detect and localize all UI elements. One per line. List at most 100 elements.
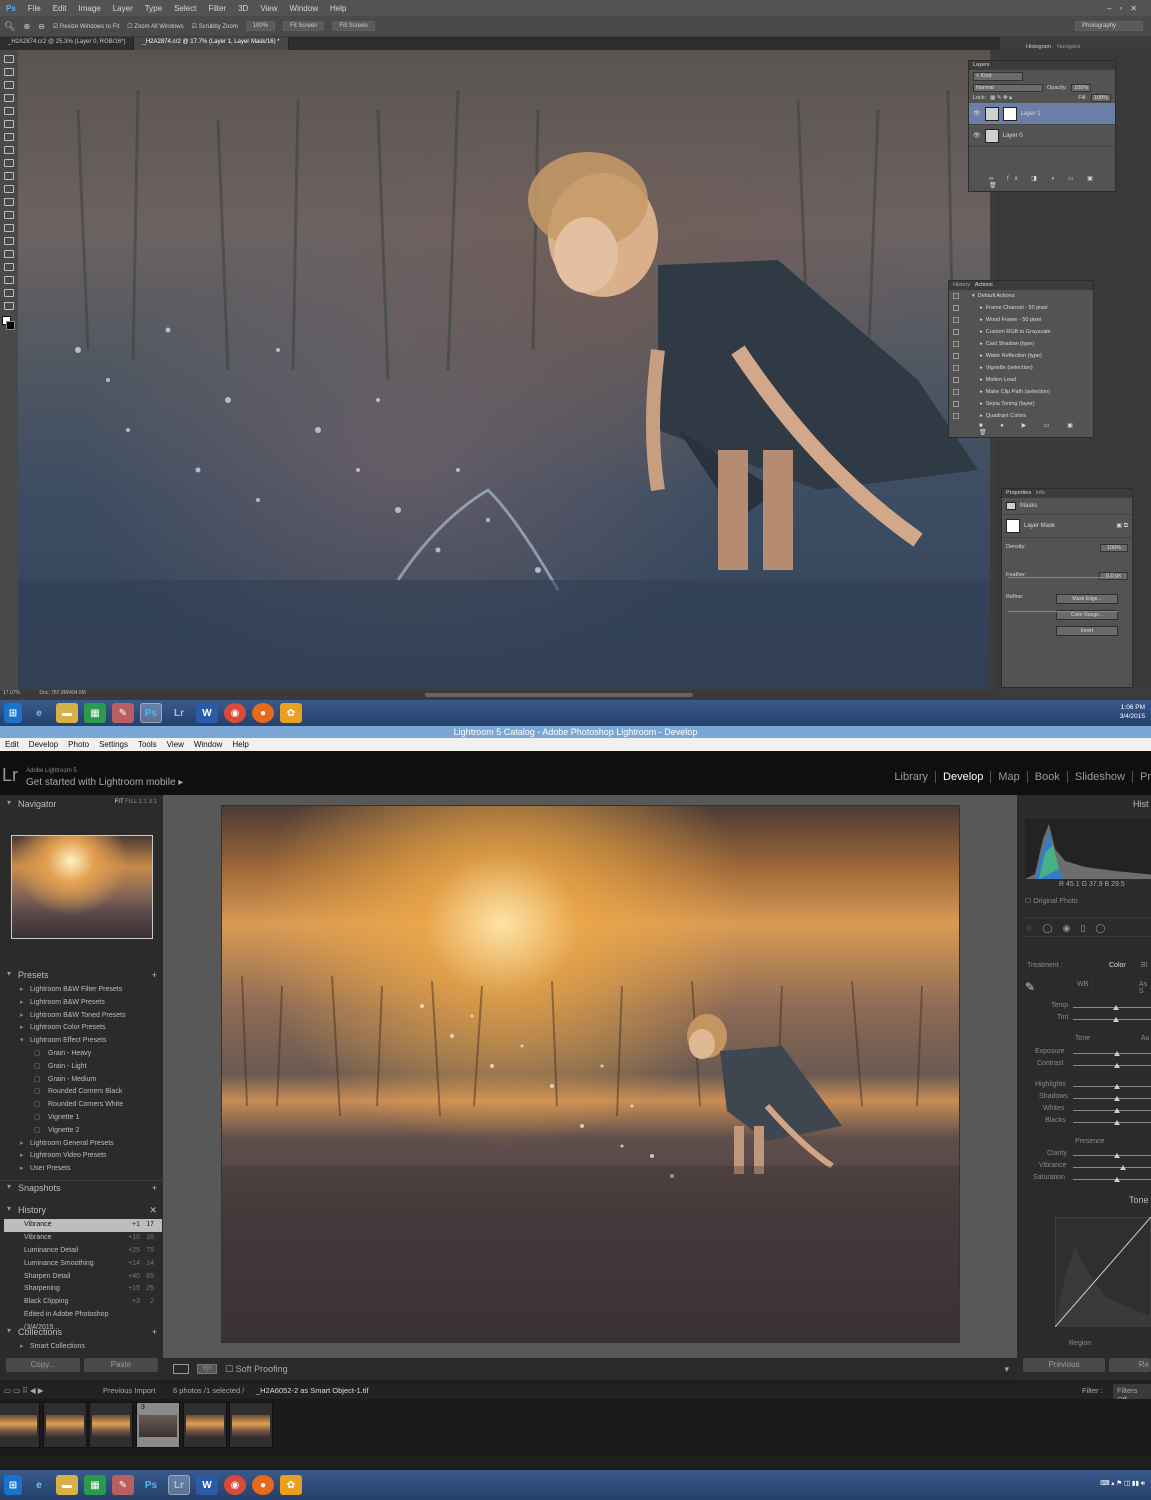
- action-row[interactable]: ▸ Molten Lead: [949, 374, 1093, 386]
- density-input[interactable]: 100%: [1099, 544, 1128, 552]
- preset-item[interactable]: Vignette 1: [0, 1112, 158, 1125]
- preset-item[interactable]: Grain - Light: [0, 1061, 158, 1074]
- tone-curve-chart[interactable]: [1055, 1217, 1151, 1327]
- nav-3to1[interactable]: 3:1: [149, 799, 157, 805]
- system-tray[interactable]: 1:06 PM 3/4/2015: [1120, 703, 1145, 721]
- actions-tab[interactable]: Actions: [975, 282, 993, 288]
- lr-menu-help[interactable]: Help: [227, 740, 253, 749]
- soft-proofing-checkbox[interactable]: ☐ Soft Proofing: [225, 1364, 288, 1375]
- preset-folder[interactable]: User Presets: [0, 1163, 158, 1176]
- preset-folder[interactable]: Lightroom Effect Presets: [0, 1035, 158, 1048]
- develop-tool-strip[interactable]: ⁘◯◉▯◯: [1025, 917, 1151, 937]
- feather-slider[interactable]: [1008, 611, 1118, 612]
- layer-row-layer1[interactable]: 👁︎ Layer 1: [969, 103, 1115, 125]
- histogram-tab[interactable]: Histogram: [1026, 44, 1051, 50]
- exposure-slider[interactable]: [1073, 1053, 1151, 1054]
- ps-menu-type[interactable]: Type: [139, 4, 168, 13]
- shadows-slider[interactable]: [1073, 1098, 1151, 1099]
- histogram-chart[interactable]: [1025, 819, 1151, 879]
- wb-eyedropper-icon[interactable]: ✎: [1025, 980, 1035, 994]
- wb-as-shot[interactable]: As S: [1139, 981, 1151, 995]
- preset-item[interactable]: Rounded Corners White: [0, 1099, 158, 1112]
- preset-folder[interactable]: Lightroom Color Presets: [0, 1022, 158, 1035]
- lr-menu-window[interactable]: Window: [189, 740, 227, 749]
- workspace-select[interactable]: Photography: [1075, 21, 1143, 31]
- loupe-view-icon[interactable]: [173, 1364, 189, 1374]
- gradient-tool-icon[interactable]: [4, 198, 14, 206]
- action-row[interactable]: ▸ Wood Frame - 50 pixel: [949, 314, 1093, 326]
- feather-input[interactable]: 0.0 px: [1099, 572, 1128, 580]
- chevron-right-icon[interactable]: ▸: [980, 413, 983, 419]
- action-row[interactable]: ▸ Quadrant Colors: [949, 410, 1093, 422]
- history-header[interactable]: History ✕: [0, 1203, 163, 1217]
- word-icon[interactable]: W: [196, 703, 218, 723]
- action-row[interactable]: ▸ Water Reflection (type): [949, 350, 1093, 362]
- add-snapshot-icon[interactable]: +: [152, 1183, 157, 1193]
- dodge-tool-icon[interactable]: [4, 224, 14, 232]
- ps-menu-view[interactable]: View: [254, 4, 283, 13]
- mask-mode-icons[interactable]: ▣ ⧉: [1116, 522, 1128, 530]
- ie-icon[interactable]: e: [28, 1475, 50, 1495]
- chevron-right-icon[interactable]: ▸: [980, 317, 983, 323]
- add-collection-icon[interactable]: +: [152, 1327, 157, 1337]
- ie-icon[interactable]: e: [28, 703, 50, 723]
- temp-slider[interactable]: [1073, 1007, 1151, 1008]
- lr-mobile-link[interactable]: Get started with Lightroom mobile ▸: [26, 777, 183, 788]
- ps-menu-select[interactable]: Select: [168, 4, 202, 13]
- action-check-icon[interactable]: [953, 389, 959, 395]
- filmstrip-filename[interactable]: _H2A6052-2 as Smart Object-1.tif: [256, 1386, 369, 1395]
- navigator-header[interactable]: Navigator FIT FILL 1:1 3:1: [0, 797, 163, 811]
- treatment-bw[interactable]: Bl: [1141, 962, 1147, 969]
- action-check-icon[interactable]: [953, 377, 959, 383]
- chevron-right-icon[interactable]: ▸: [980, 389, 983, 395]
- lr-menu-edit[interactable]: Edit: [0, 740, 24, 749]
- lightroom-taskbar-icon[interactable]: Lr: [168, 1475, 190, 1495]
- reset-button[interactable]: Re: [1109, 1358, 1151, 1372]
- layer-panel-footer-icons[interactable]: ∞ fx ◨ ◑ ▭ ▣ 🗑︎: [989, 175, 1115, 189]
- layers-panel-tab[interactable]: Layers: [969, 61, 1115, 70]
- fill-screen-button[interactable]: Fill Screen: [332, 21, 375, 31]
- ps-menu-3d[interactable]: 3D: [232, 4, 254, 13]
- lr-image-area[interactable]: [163, 795, 1017, 1380]
- lr-photo[interactable]: [222, 806, 959, 1342]
- chevron-right-icon[interactable]: ▸: [980, 401, 983, 407]
- action-row[interactable]: ▾ Default Actions: [949, 290, 1093, 302]
- tint-slider[interactable]: [1073, 1019, 1151, 1020]
- lightroom-taskbar-icon[interactable]: Lr: [168, 703, 190, 723]
- module-book[interactable]: Book: [1028, 771, 1068, 783]
- vibrance-slider[interactable]: [1073, 1167, 1151, 1168]
- navigator-tab[interactable]: Navigator: [1057, 44, 1081, 50]
- history-step[interactable]: Luminance Detail +25 75: [4, 1245, 162, 1258]
- type-tool-icon[interactable]: [4, 250, 14, 258]
- app-icon[interactable]: ✿: [280, 1475, 302, 1495]
- lr-menu-settings[interactable]: Settings: [94, 740, 133, 749]
- history-step[interactable]: Vibrance +16 16: [4, 1232, 162, 1245]
- nav-fill[interactable]: FILL: [125, 799, 137, 805]
- preset-folder[interactable]: Lightroom B&W Filter Presets: [0, 984, 158, 997]
- history-step[interactable]: Edited in Adobe Photoshop (3/4/2015...: [4, 1309, 162, 1331]
- chevron-right-icon[interactable]: ▸: [980, 341, 983, 347]
- blacks-slider[interactable]: [1073, 1122, 1151, 1123]
- firefox-icon[interactable]: ●: [252, 703, 274, 723]
- film-thumb[interactable]: [0, 1402, 40, 1448]
- opacity-input[interactable]: 100%: [1071, 84, 1092, 92]
- lasso-tool-icon[interactable]: [4, 81, 14, 89]
- resize-windows-checkbox[interactable]: ☑ Resize Windows to Fit: [53, 23, 119, 30]
- density-slider[interactable]: [1008, 577, 1118, 578]
- action-row[interactable]: ▸ Make Clip Path (selection): [949, 386, 1093, 398]
- contrast-slider[interactable]: [1073, 1065, 1151, 1066]
- hand-tool-icon[interactable]: [4, 289, 14, 297]
- saturation-slider[interactable]: [1073, 1179, 1151, 1180]
- action-check-icon[interactable]: [953, 317, 959, 323]
- smart-collections-row[interactable]: Smart Collections: [0, 1341, 158, 1354]
- zoom-out-icon[interactable]: ⊖: [38, 22, 45, 31]
- action-row[interactable]: ▸ Cast Shadow (type): [949, 338, 1093, 350]
- history-step[interactable]: Vibrance +1 17: [4, 1219, 162, 1232]
- module-library[interactable]: Library: [887, 771, 937, 783]
- eye-icon[interactable]: 👁︎: [973, 110, 981, 117]
- brush-tool-icon[interactable]: [4, 146, 14, 154]
- film-thumb[interactable]: [43, 1402, 87, 1448]
- zoom-100-button[interactable]: 100%: [245, 21, 276, 31]
- preset-folder[interactable]: Lightroom General Presets: [0, 1138, 158, 1151]
- paste-button[interactable]: Paste: [84, 1358, 158, 1372]
